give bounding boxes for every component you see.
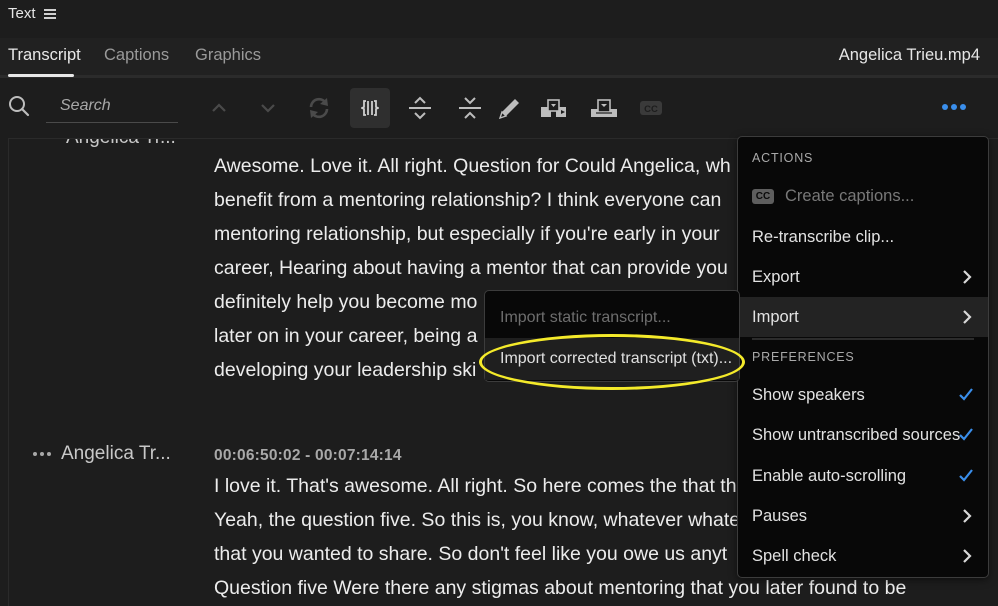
- menu-item-label: Pauses: [752, 506, 808, 525]
- search-icon[interactable]: [8, 95, 30, 117]
- preferences-heading: PREFERENCES: [752, 350, 855, 364]
- next-result-button[interactable]: [248, 88, 288, 128]
- overwrite-icon: [591, 99, 617, 117]
- edit-button[interactable]: [490, 88, 530, 128]
- insert-button[interactable]: [534, 88, 574, 128]
- collapse-vertical-icon: [459, 97, 481, 119]
- split-segment-icon: [361, 100, 379, 116]
- chevron-up-icon: [212, 103, 226, 112]
- svg-text:CC: CC: [644, 104, 658, 115]
- checkmark-icon: [959, 469, 973, 482]
- create-captions-menu-item[interactable]: CC Create captions...: [738, 176, 988, 216]
- panel-header: Text: [0, 0, 998, 38]
- chevron-right-icon: [963, 310, 972, 324]
- pencil-icon: [499, 99, 519, 119]
- cc-icon: CC: [640, 101, 662, 115]
- text-line: benefit from a mentoring relationship? I…: [214, 189, 722, 211]
- import-corrected-transcript-item[interactable]: Import corrected transcript (txt)...: [485, 338, 739, 380]
- import-static-transcript-item[interactable]: Import static transcript...: [485, 297, 739, 339]
- spell-check-menu-item[interactable]: Spell check: [738, 536, 988, 576]
- menu-item-label: Export: [752, 267, 800, 286]
- text-line: career, Hearing about having a mentor th…: [214, 257, 728, 279]
- menu-item-label: Import: [752, 307, 799, 326]
- export-menu-item[interactable]: Export: [738, 257, 988, 297]
- import-submenu: Import static transcript... Import corre…: [484, 290, 740, 382]
- search-input[interactable]: [46, 89, 178, 123]
- chevron-down-icon: [261, 104, 275, 113]
- speaker-options-icon[interactable]: [33, 452, 51, 456]
- retranscribe-menu-item[interactable]: Re-transcribe clip...: [738, 217, 988, 257]
- active-tab-indicator: [8, 74, 74, 77]
- checkmark-icon: [959, 428, 973, 441]
- menu-item-label: Create captions...: [785, 186, 915, 205]
- menu-item-label: Enable auto-scrolling: [752, 466, 907, 485]
- chevron-right-icon: [963, 509, 972, 523]
- checkmark-icon: [959, 388, 973, 401]
- more-horizontal-icon: [942, 104, 948, 110]
- actions-heading: ACTIONS: [752, 151, 814, 165]
- expand-vertical-icon: [409, 96, 431, 120]
- menu-item-label: Re-transcribe clip...: [752, 227, 895, 246]
- text-line: mentoring relationship, but especially i…: [214, 223, 720, 245]
- segment-timecode: 00:06:50:02 - 00:07:14:14: [214, 447, 402, 464]
- text-line: Awesome. Love it. All right. Question fo…: [214, 155, 731, 177]
- tab-captions[interactable]: Captions: [104, 46, 169, 65]
- previous-result-button[interactable]: [199, 88, 239, 128]
- insert-icon: [541, 99, 566, 117]
- chevron-right-icon: [963, 270, 972, 284]
- segment-timecode: 00:06:30:00 - 00:06:50:01: [214, 139, 402, 143]
- chevron-right-icon: [963, 549, 972, 563]
- menu-item-label: Show speakers: [752, 385, 865, 404]
- show-untranscribed-menu-item[interactable]: Show untranscribed sources: [738, 415, 988, 455]
- import-menu-item[interactable]: Import: [738, 297, 988, 337]
- cc-icon: CC: [752, 188, 774, 204]
- tab-graphics[interactable]: Graphics: [195, 46, 261, 65]
- split-segment-button[interactable]: [350, 88, 390, 128]
- refresh-icon: [309, 97, 329, 119]
- show-speakers-menu-item[interactable]: Show speakers: [738, 375, 988, 415]
- menu-item-label: Show untranscribed sources: [752, 425, 961, 444]
- pauses-menu-item[interactable]: Pauses: [738, 496, 988, 536]
- more-options-button[interactable]: [934, 95, 974, 119]
- auto-scrolling-menu-item[interactable]: Enable auto-scrolling: [738, 456, 988, 496]
- menu-divider: [752, 338, 974, 340]
- options-menu: ACTIONS CC Create captions... Re-transcr…: [737, 136, 989, 578]
- panel-title: Text: [8, 5, 36, 22]
- tabs-bar: Transcript Captions Graphics Angelica Tr…: [0, 38, 998, 78]
- collapse-button[interactable]: [450, 88, 490, 128]
- expand-button[interactable]: [400, 88, 440, 128]
- tab-transcript[interactable]: Transcript: [8, 46, 81, 65]
- speaker-name[interactable]: Angelica Tr...: [66, 139, 176, 149]
- menu-item-label: Spell check: [752, 546, 837, 565]
- clip-name: Angelica Trieu.mp4: [838, 46, 980, 64]
- sync-button[interactable]: [299, 88, 339, 128]
- create-captions-button[interactable]: CC: [631, 88, 671, 128]
- speaker-name[interactable]: Angelica Tr...: [61, 443, 171, 465]
- hamburger-icon[interactable]: [44, 9, 56, 19]
- overwrite-button[interactable]: [584, 88, 624, 128]
- speaker-row: Angelica Tr...: [33, 443, 171, 465]
- toolbar: CC: [0, 81, 998, 133]
